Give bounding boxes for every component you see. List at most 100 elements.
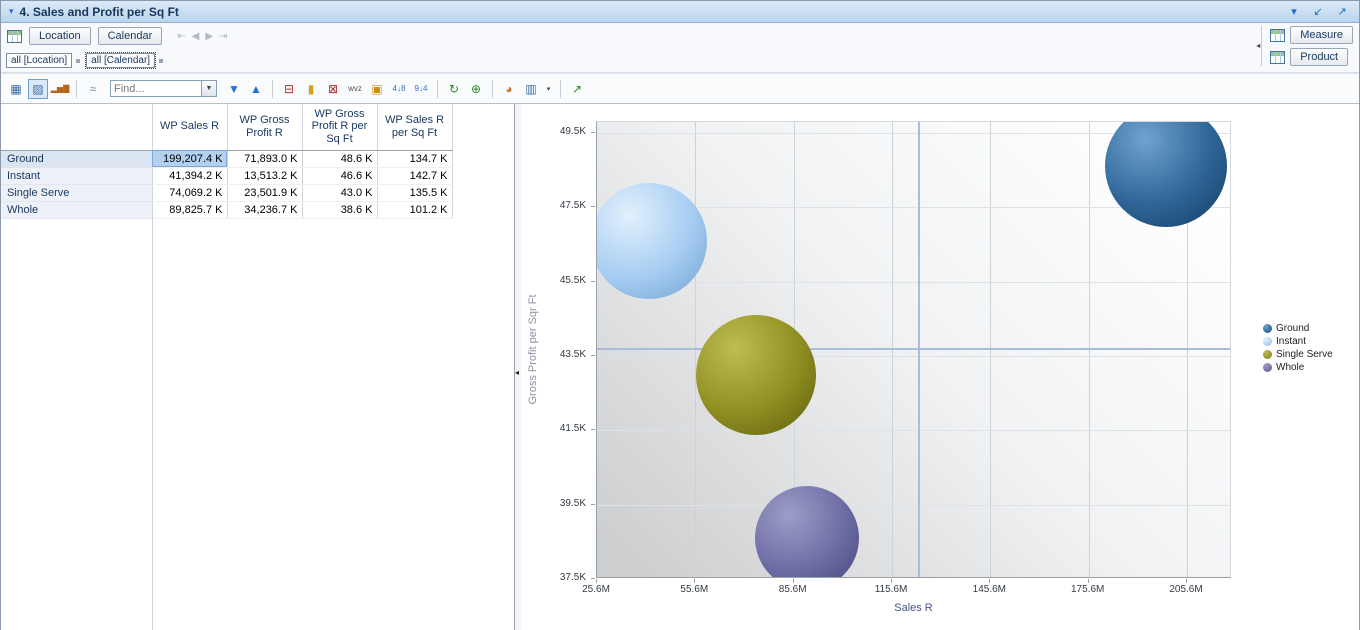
legend-swatch (1263, 324, 1272, 333)
data-cell[interactable]: 38.6 K (302, 201, 377, 218)
horizontal-gridline (597, 430, 1230, 431)
y-tick-mark (591, 206, 595, 207)
horizontal-gridline (597, 505, 1230, 506)
data-cell[interactable]: 46.6 K (302, 167, 377, 184)
bubble-single-serve[interactable] (696, 315, 816, 435)
horizontal-reference-line (597, 348, 1230, 350)
toolbar-separator (437, 80, 438, 98)
find-input[interactable] (110, 80, 202, 97)
next-page-icon[interactable]: ▶ (205, 31, 213, 42)
column-icon[interactable]: ▮ (301, 79, 321, 99)
format-text-icon[interactable]: wvz (345, 79, 365, 99)
legend-item[interactable]: Instant (1263, 335, 1333, 348)
table-row: Ground199,207.4 K71,893.0 K48.6 K134.7 K (1, 150, 452, 167)
row-header[interactable]: Instant (1, 167, 152, 184)
legend-swatch (1263, 363, 1272, 372)
legend-item[interactable]: Single Serve (1263, 348, 1333, 361)
y-tick-mark (591, 355, 595, 356)
x-tick-label: 145.6M (973, 584, 1006, 595)
bar-chart-view-icon[interactable]: ▂▅▇ (50, 79, 70, 99)
maximize-window-icon[interactable]: ↗ (1333, 5, 1351, 18)
sort-ascending-icon[interactable]: 4↓8 (389, 79, 409, 99)
measure-button[interactable]: Measure (1290, 26, 1353, 44)
y-tick-label: 47.5K (560, 200, 586, 211)
x-tick-mark (891, 579, 892, 583)
data-cell[interactable]: 13,513.2 K (227, 167, 302, 184)
y-tick-label: 45.5K (560, 275, 586, 286)
x-tick-mark (1186, 579, 1187, 583)
legend-item[interactable]: Whole (1263, 361, 1333, 374)
row-header[interactable]: Ground (1, 150, 152, 167)
legend-label: Ground (1276, 323, 1309, 334)
restore-window-icon[interactable]: ↙ (1309, 5, 1327, 18)
trend-chart-icon[interactable]: ↗ (567, 79, 587, 99)
x-tick-label: 25.6M (582, 584, 610, 595)
legend-swatch (1263, 350, 1272, 359)
calendar-button[interactable]: Calendar (98, 27, 163, 45)
column-header[interactable]: WP Gross Profit R per Sq Ft (302, 104, 377, 150)
column-header[interactable]: WP Sales R per Sq Ft (377, 104, 452, 150)
x-tick-mark (596, 579, 597, 583)
sort-descending-icon[interactable]: 9↓4 (411, 79, 431, 99)
bubble-instant[interactable] (596, 183, 707, 299)
data-cell[interactable]: 23,501.9 K (227, 184, 302, 201)
data-cell[interactable]: 41,394.2 K (152, 167, 227, 184)
last-page-icon[interactable]: ⇥ (219, 31, 227, 42)
suppress-zeros-icon[interactable]: ⊠ (323, 79, 343, 99)
main-content: WP Sales RWP Gross Profit RWP Gross Prof… (1, 104, 1359, 630)
column-header[interactable]: WP Sales R (152, 104, 227, 150)
bubble-ground[interactable] (1105, 121, 1227, 227)
toolbar-separator (76, 80, 77, 98)
sheet-icon (7, 30, 22, 43)
chart-type-icon[interactable]: ▥ (521, 79, 541, 99)
y-tick-mark (591, 132, 595, 133)
table-view-icon[interactable]: ▦ (6, 79, 26, 99)
panel-splitter[interactable]: ◂ (514, 104, 521, 630)
bubble-whole[interactable] (755, 486, 859, 578)
product-button[interactable]: Product (1290, 48, 1348, 66)
collapse-panel-icon[interactable]: ▾ (9, 6, 14, 17)
refresh-icon[interactable]: ↻ (444, 79, 464, 99)
splitter-collapse-icon[interactable]: ◂ (515, 368, 519, 377)
find-dropdown-icon[interactable]: ▼ (202, 80, 217, 97)
x-tick-label: 55.6M (680, 584, 708, 595)
pivot-table: WP Sales RWP Gross Profit RWP Gross Prof… (1, 104, 453, 219)
data-cell[interactable]: 134.7 K (377, 150, 452, 167)
first-page-icon[interactable]: ⇤ (177, 31, 185, 42)
column-header[interactable]: WP Gross Profit R (227, 104, 302, 150)
legend-label: Single Serve (1276, 349, 1333, 360)
data-cell[interactable]: 71,893.0 K (227, 150, 302, 167)
calendar-filter-chip[interactable]: all [Calendar] (86, 53, 155, 68)
legend-item[interactable]: Ground (1263, 322, 1333, 335)
chevron-down-icon[interactable]: ▾ (1285, 5, 1303, 18)
data-cell[interactable]: 89,825.7 K (152, 201, 227, 218)
location-filter-chip[interactable]: all [Location] (6, 53, 72, 68)
data-cell[interactable]: 135.5 K (377, 184, 452, 201)
data-cell[interactable]: 199,207.4 K (152, 150, 227, 167)
find-next-icon[interactable]: ▼ (224, 79, 244, 99)
data-cell[interactable]: 142.7 K (377, 167, 452, 184)
add-chart-icon[interactable]: ◕ (499, 79, 519, 99)
chart-view-icon[interactable]: ▨ (28, 79, 48, 99)
x-tick-mark (793, 579, 794, 583)
prev-page-icon[interactable]: ◀ (192, 31, 200, 42)
refresh-structure-icon[interactable]: ⊕ (466, 79, 486, 99)
y-tick-mark (591, 578, 595, 579)
hierarchy-icon[interactable]: ⊟ (279, 79, 299, 99)
x-tick-mark (989, 579, 990, 583)
find-prev-icon[interactable]: ▲ (246, 79, 266, 99)
chart-type-caret-icon[interactable]: ▾ (543, 79, 554, 99)
data-cell[interactable]: 34,236.7 K (227, 201, 302, 218)
lock-icon[interactable]: ▣ (367, 79, 387, 99)
panel-collapse-icon[interactable]: ◂ (1256, 41, 1260, 50)
row-header[interactable]: Whole (1, 201, 152, 218)
data-cell[interactable]: 74,069.2 K (152, 184, 227, 201)
x-tick-mark (1088, 579, 1089, 583)
y-tick-mark (591, 281, 595, 282)
data-cell[interactable]: 101.2 K (377, 201, 452, 218)
row-header[interactable]: Single Serve (1, 184, 152, 201)
data-cell[interactable]: 48.6 K (302, 150, 377, 167)
chart-settings-icon[interactable]: ≈ (83, 79, 103, 99)
location-button[interactable]: Location (29, 27, 91, 45)
data-cell[interactable]: 43.0 K (302, 184, 377, 201)
